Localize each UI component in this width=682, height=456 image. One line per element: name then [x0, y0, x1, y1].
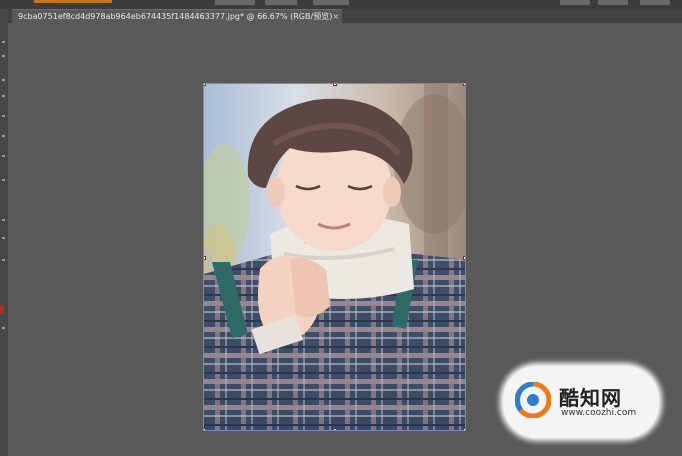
tool-icon[interactable] [2, 327, 5, 329]
document-tab-bar: 9cba0751ef8cd4d978ab964eb674435f14844633… [8, 9, 682, 23]
option-control[interactable] [560, 0, 590, 5]
document-tab[interactable]: 9cba0751ef8cd4d978ab964eb674435f14844633… [12, 9, 342, 23]
document-canvas[interactable] [203, 83, 466, 431]
options-bar [0, 0, 682, 9]
tools-panel [0, 9, 8, 456]
tool-icon[interactable] [2, 115, 5, 117]
tool-icon[interactable] [2, 41, 5, 43]
coozhi-logo-icon [515, 382, 551, 418]
transform-handle[interactable] [463, 84, 465, 86]
watermark-brand: 酷知网 [559, 386, 622, 410]
tool-icon[interactable] [2, 135, 5, 137]
transform-handle[interactable] [204, 84, 206, 86]
foreground-color-swatch[interactable] [0, 306, 4, 314]
watermark: 酷知网 www.coozhi.com [503, 366, 659, 438]
close-icon[interactable]: × [332, 12, 343, 21]
transform-handle[interactable] [333, 428, 337, 430]
watermark-url: www.coozhi.com [561, 408, 637, 418]
transform-handle[interactable] [333, 84, 337, 86]
transform-handle[interactable] [204, 256, 206, 260]
option-control[interactable] [640, 0, 670, 5]
transform-handle[interactable] [463, 256, 465, 260]
option-control[interactable] [265, 0, 297, 5]
tool-icon[interactable] [2, 155, 5, 157]
tool-icon[interactable] [2, 179, 5, 181]
tool-icon[interactable] [2, 55, 5, 57]
option-control[interactable] [215, 0, 255, 5]
photo-image [204, 84, 465, 430]
active-menu-indicator [34, 0, 112, 3]
tool-icon[interactable] [2, 79, 5, 81]
tool-icon[interactable] [2, 259, 5, 261]
transform-handle[interactable] [463, 428, 465, 430]
tool-icon[interactable] [2, 219, 5, 221]
option-control[interactable] [313, 0, 349, 5]
option-control[interactable] [598, 0, 628, 5]
tool-icon[interactable] [2, 95, 5, 97]
document-tab-title: 9cba0751ef8cd4d978ab964eb674435f14844633… [18, 12, 333, 21]
transform-handle[interactable] [204, 428, 206, 430]
tool-icon[interactable] [2, 237, 5, 239]
